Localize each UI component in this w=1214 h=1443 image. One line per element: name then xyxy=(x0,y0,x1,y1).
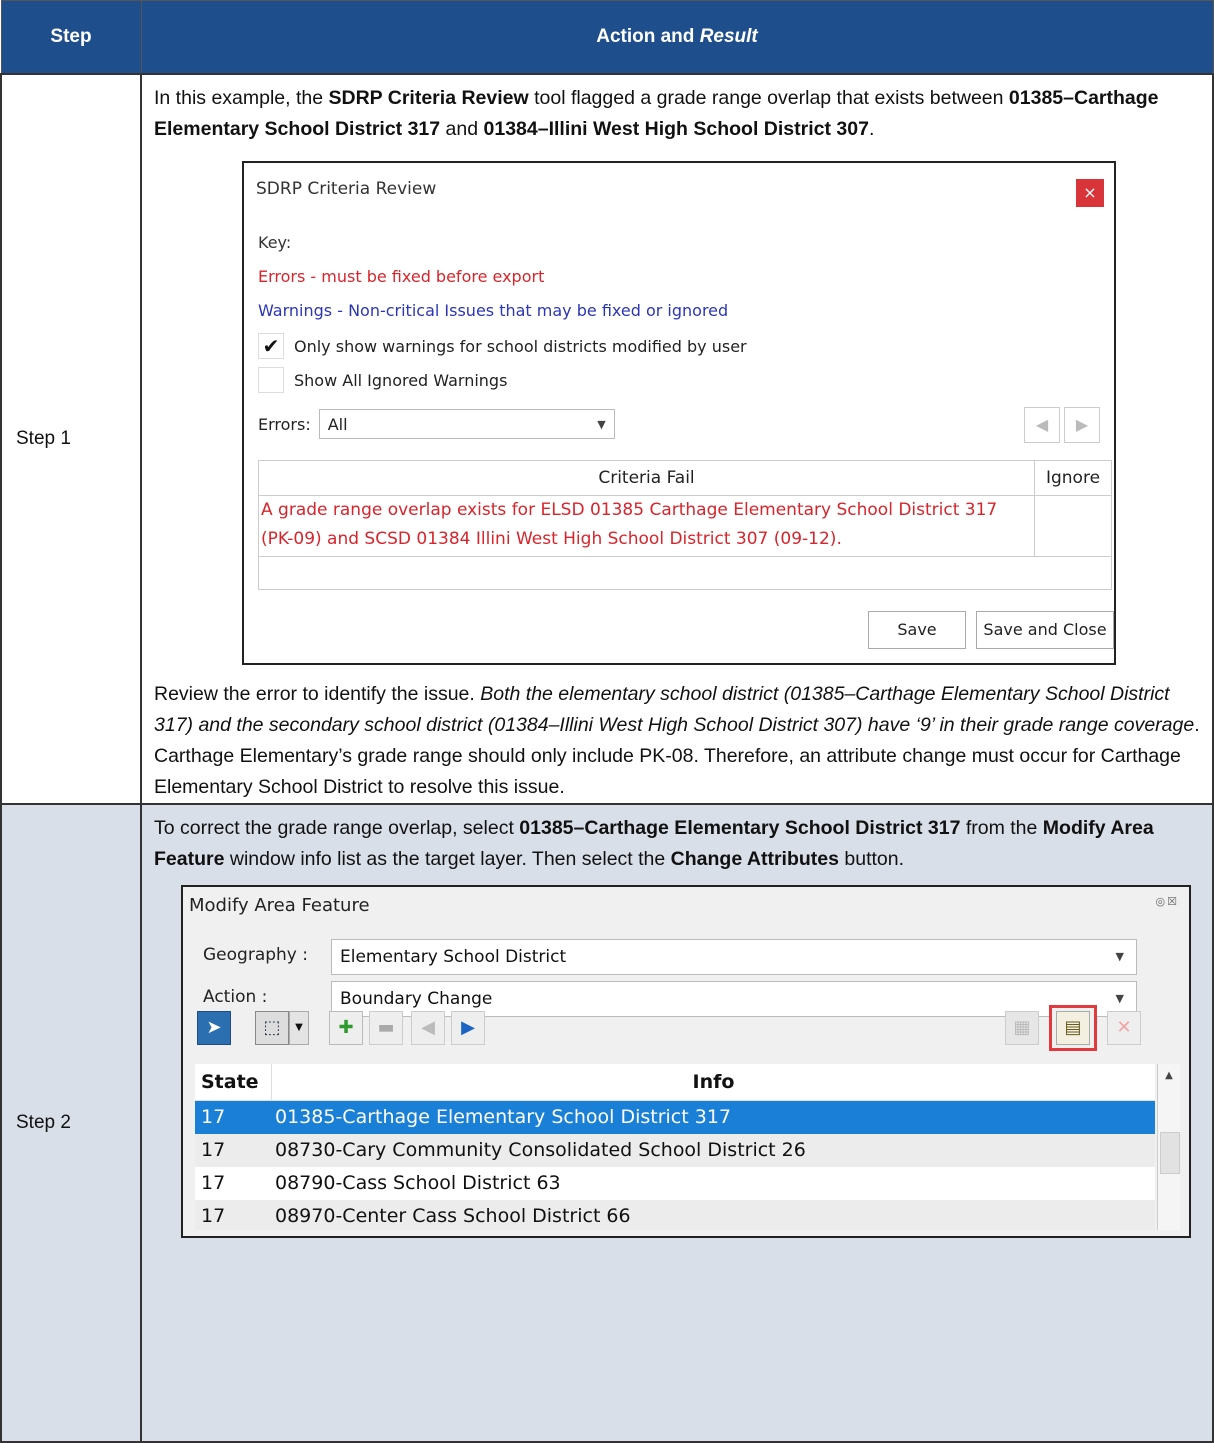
geography-value: Elementary School District xyxy=(340,947,567,967)
change-attributes-icon[interactable]: ▤ xyxy=(1056,1011,1090,1045)
only-show-modified-checkbox[interactable]: ✔ xyxy=(258,333,284,359)
errors-legend: Errors - must be fixed before export xyxy=(258,267,545,286)
error-navigation: ◀ ▶ xyxy=(1024,407,1100,443)
previous-icon[interactable]: ◀ xyxy=(411,1011,445,1045)
criteria-grid: Criteria Fail Ignore A grade range overl… xyxy=(258,460,1112,590)
panel-title: Modify Area Feature xyxy=(189,895,370,916)
rectangle-select-icon[interactable]: ⬚ xyxy=(255,1011,289,1045)
select-feature-icon[interactable]: ➤ xyxy=(197,1011,231,1045)
close-icon[interactable]: × xyxy=(1076,179,1104,207)
previous-error-button[interactable]: ◀ xyxy=(1024,407,1060,443)
next-error-button[interactable]: ▶ xyxy=(1064,407,1100,443)
table-row[interactable]: 17 01385-Carthage Elementary School Dist… xyxy=(195,1101,1155,1134)
chevron-down-icon: ▼ xyxy=(597,417,606,431)
scroll-up-icon[interactable]: ▲ xyxy=(1158,1070,1180,1081)
info-cell: 08730-Cary Community Consolidated School… xyxy=(275,1139,806,1161)
ignore-column: Ignore xyxy=(1045,468,1101,488)
show-ignored-checkbox[interactable] xyxy=(258,367,284,393)
state-cell: 17 xyxy=(201,1139,226,1161)
geography-select[interactable]: Elementary School District ▼ xyxy=(331,939,1137,975)
show-ignored-option[interactable]: Show All Ignored Warnings xyxy=(258,367,507,393)
state-cell: 17 xyxy=(201,1205,226,1227)
next-icon[interactable]: ▶ xyxy=(451,1011,485,1045)
only-show-modified-label: Only show warnings for school districts … xyxy=(294,336,747,356)
state-column: State xyxy=(201,1071,259,1093)
table-row[interactable]: A grade range overlap exists for ELSD 01… xyxy=(259,496,1111,557)
vertical-scrollbar[interactable]: ▲ xyxy=(1157,1064,1180,1230)
steps-table: Step Action and Result Step 1 In this ex… xyxy=(0,0,1214,1443)
sdrp-criteria-review-dialog: SDRP Criteria Review × Key: Errors - mus… xyxy=(242,161,1116,665)
only-show-modified-option[interactable]: ✔ Only show warnings for school district… xyxy=(258,333,747,359)
ignore-cell[interactable] xyxy=(1035,496,1111,556)
map-icon[interactable]: ▦ xyxy=(1005,1011,1039,1045)
panel-window-controls[interactable]: ◎☒ xyxy=(1156,895,1179,908)
info-cell: 01385-Carthage Elementary School Distric… xyxy=(275,1106,732,1128)
chevron-down-icon[interactable]: ▼ xyxy=(289,1011,309,1045)
step-1-content: In this example, the SDRP Criteria Revie… xyxy=(140,73,1214,805)
header-row: Step Action and Result xyxy=(0,0,1214,75)
modify-area-feature-panel: Modify Area Feature ◎☒ Geography : Eleme… xyxy=(181,885,1191,1238)
criteria-fail-column: Criteria Fail xyxy=(259,461,1035,495)
table-row[interactable]: 17 08970-Center Cass School District 66 xyxy=(195,1200,1155,1230)
step-1-label: Step 1 xyxy=(0,73,142,805)
delete-icon[interactable]: ✕ xyxy=(1107,1011,1141,1045)
errors-filter-label: Errors: xyxy=(258,414,311,434)
add-icon[interactable]: ✚ xyxy=(329,1011,363,1045)
info-cell: 08790-Cass School District 63 xyxy=(275,1172,561,1194)
geography-label: Geography : xyxy=(203,945,308,965)
errors-filter-value: All xyxy=(327,414,348,434)
step-1-explanation: Review the error to identify the issue. … xyxy=(154,683,1200,798)
key-label: Key: xyxy=(258,233,292,252)
step-2-row: Step 2 To correct the grade range overla… xyxy=(0,803,1214,1443)
criteria-fail-message: A grade range overlap exists for ELSD 01… xyxy=(259,496,1035,556)
action-header: Action and Result xyxy=(140,0,1214,75)
save-button[interactable]: Save xyxy=(868,611,966,649)
show-ignored-label: Show All Ignored Warnings xyxy=(294,370,508,390)
errors-filter: Errors: All ▼ xyxy=(258,409,615,439)
remove-icon[interactable]: ▬ xyxy=(369,1011,403,1045)
save-and-close-button[interactable]: Save and Close xyxy=(976,611,1114,649)
action-value: Boundary Change xyxy=(340,989,493,1009)
state-cell: 17 xyxy=(201,1106,226,1128)
step-2-intro: To correct the grade range overlap, sele… xyxy=(154,817,1154,870)
warnings-legend: Warnings - Non-critical Issues that may … xyxy=(258,301,729,320)
info-list: State Info 17 01385-Carthage Elementary … xyxy=(195,1064,1155,1230)
dialog-title: SDRP Criteria Review xyxy=(256,179,437,199)
step-header: Step xyxy=(0,0,142,75)
table-row[interactable]: 17 08790-Cass School District 63 xyxy=(195,1167,1155,1200)
step-2-label: Step 2 xyxy=(0,803,142,1443)
state-cell: 17 xyxy=(201,1172,226,1194)
step-1-intro: In this example, the SDRP Criteria Revie… xyxy=(154,87,1159,140)
step-1-row: Step 1 In this example, the SDRP Criteri… xyxy=(0,73,1214,805)
scrollbar-thumb[interactable] xyxy=(1160,1132,1180,1174)
criteria-grid-header: Criteria Fail Ignore xyxy=(259,461,1111,496)
info-cell: 08970-Center Cass School District 66 xyxy=(275,1205,631,1227)
errors-filter-select[interactable]: All ▼ xyxy=(318,409,615,439)
chevron-down-icon: ▼ xyxy=(1115,950,1124,963)
info-column: Info xyxy=(271,1064,1155,1100)
info-list-header: State Info xyxy=(195,1064,1155,1101)
step-2-content: To correct the grade range overlap, sele… xyxy=(140,803,1214,1443)
table-row[interactable]: 17 08730-Cary Community Consolidated Sch… xyxy=(195,1134,1155,1167)
action-label: Action : xyxy=(203,987,268,1007)
